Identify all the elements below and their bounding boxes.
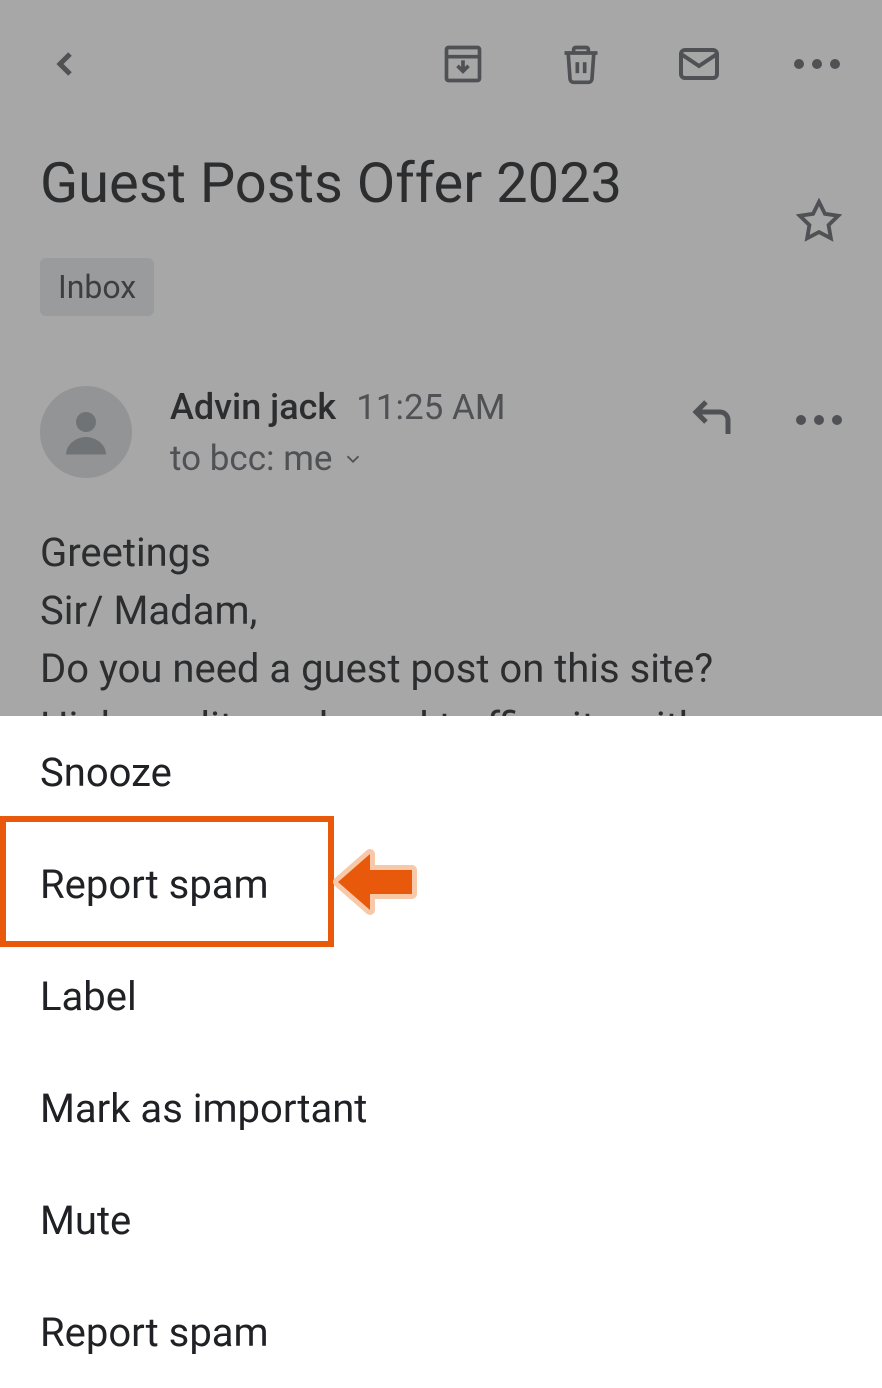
menu-item-snooze[interactable]: Snooze xyxy=(0,716,882,828)
overflow-menu-sheet: Snooze Report spam Label Mark as importa… xyxy=(0,716,882,1388)
menu-item-report-spam[interactable]: Report spam xyxy=(0,828,882,940)
menu-item-report-spam-2[interactable]: Report spam xyxy=(0,1276,882,1388)
modal-dimmer[interactable] xyxy=(0,0,882,716)
menu-item-label[interactable]: Label xyxy=(0,940,882,1052)
menu-item-mute[interactable]: Mute xyxy=(0,1164,882,1276)
menu-item-mark-important[interactable]: Mark as important xyxy=(0,1052,882,1164)
